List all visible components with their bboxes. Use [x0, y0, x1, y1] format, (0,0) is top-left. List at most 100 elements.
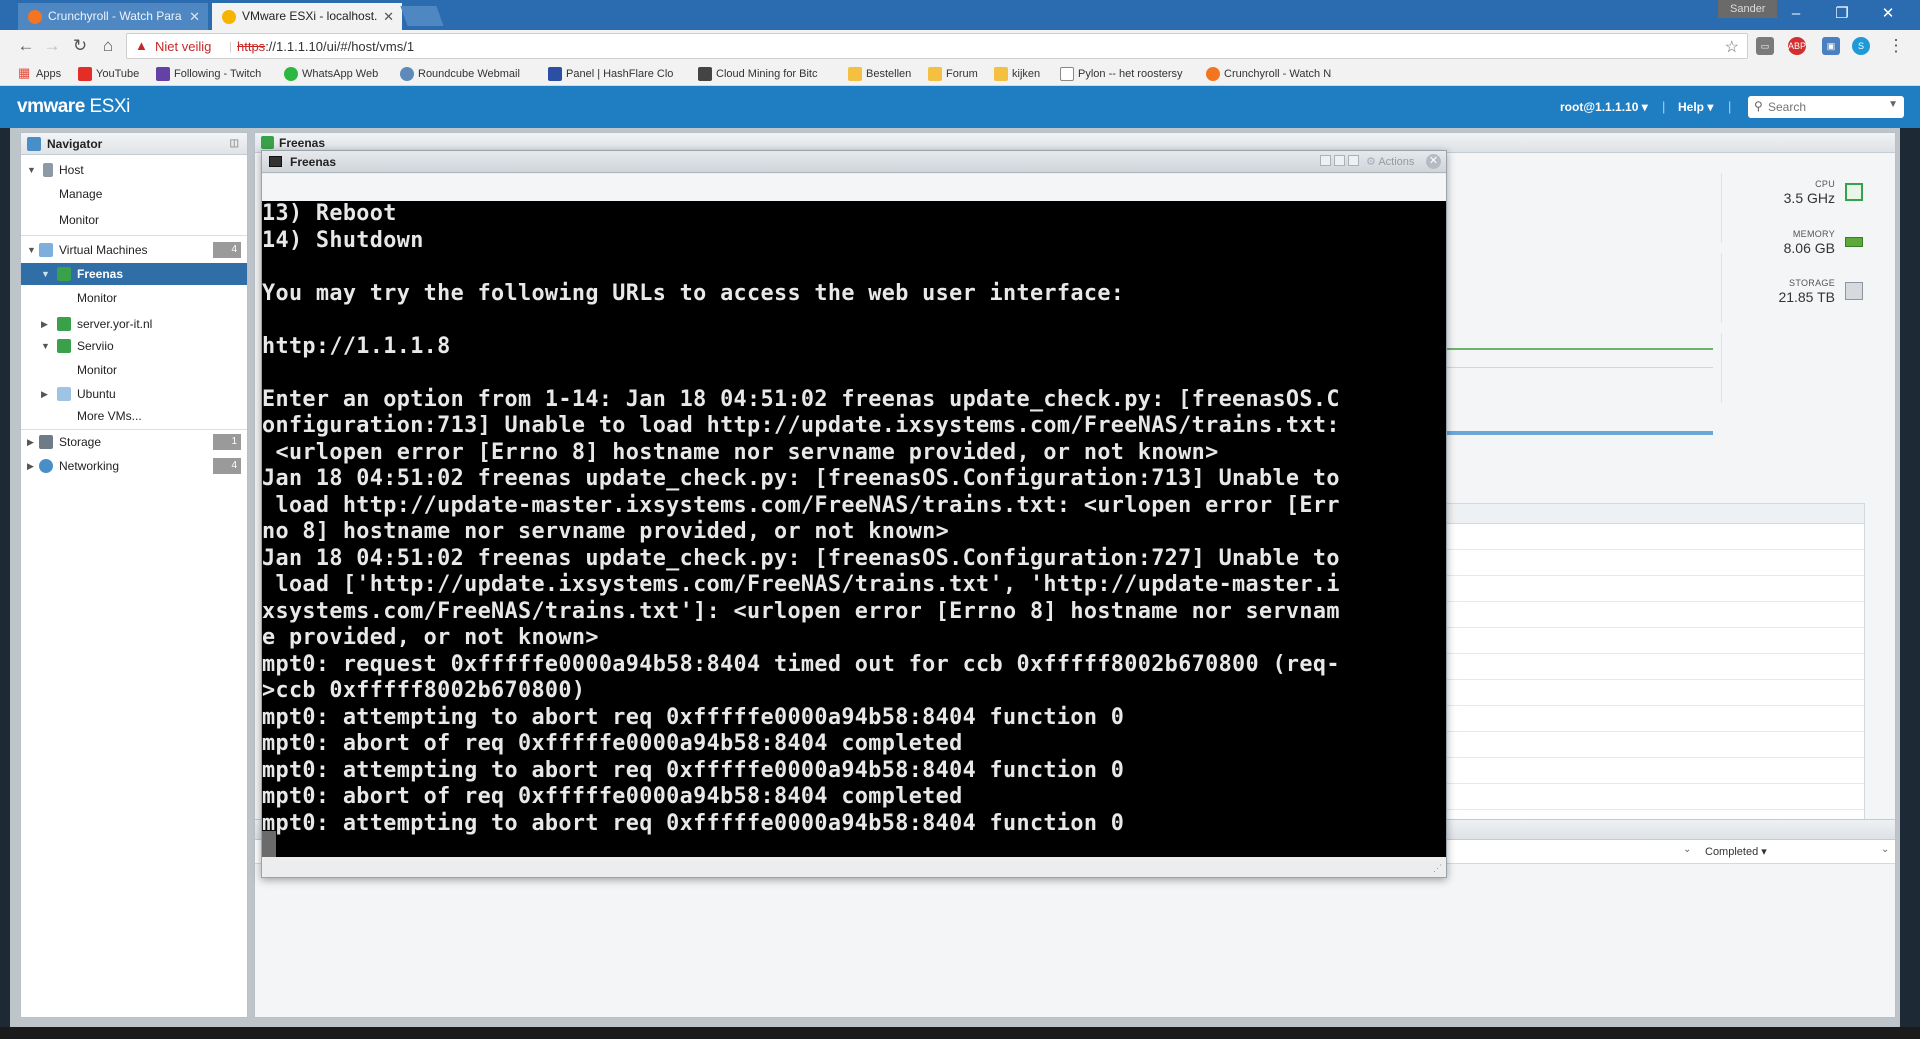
search-icon: ⚲	[1754, 99, 1763, 113]
storage-count-badge: 1	[213, 434, 241, 450]
cpu-icon	[1845, 183, 1863, 201]
terminal-line: >ccb 0xfffff8002b670800)	[262, 678, 586, 703]
terminal-line: mpt0: attempting to abort req 0xfffffe00…	[262, 810, 1125, 836]
expand-arrow-icon[interactable]: ▼	[27, 159, 36, 181]
nav-more-vms[interactable]: More VMs...	[21, 405, 247, 427]
bookmark-cloud-mining[interactable]: Cloud Mining for Bitc	[698, 66, 832, 82]
network-count-badge: 4	[213, 458, 241, 474]
collapse-icon[interactable]: ◫	[230, 133, 239, 155]
console-actions-menu[interactable]: ⚙ Actions	[1366, 155, 1414, 168]
extension-icon[interactable]: ▣	[1822, 37, 1840, 55]
expand-arrow-icon[interactable]: ▶	[27, 455, 34, 477]
tab-crunchyroll[interactable]: Crunchyroll - Watch Para ✕	[18, 3, 208, 30]
console-icon	[269, 156, 282, 167]
navigator-icon	[27, 137, 41, 151]
nav-vm-freenas[interactable]: ▼ Freenas	[21, 263, 247, 285]
virtual-machines-icon	[39, 243, 53, 257]
help-menu[interactable]: Help ▾	[1678, 100, 1713, 114]
terminal-line: load ['http://update.ixsystems.com/FreeN…	[262, 572, 1340, 597]
profile-button[interactable]: Sander	[1718, 0, 1778, 18]
minimize-console-icon[interactable]	[1320, 155, 1331, 166]
nav-vm-ubuntu[interactable]: ▶ Ubuntu	[21, 383, 247, 405]
user-menu[interactable]: root@1.1.1.10 ▾	[1560, 100, 1648, 114]
reload-icon[interactable]: ↻	[68, 34, 92, 58]
nav-host[interactable]: ▼ Host	[21, 159, 247, 181]
nav-vm-serviio[interactable]: ▼ Serviio	[21, 335, 247, 357]
close-icon[interactable]: ✕	[1426, 154, 1441, 169]
chevron-down-icon[interactable]: ⌄	[1683, 844, 1691, 855]
bookmark-hashflare[interactable]: Panel | HashFlare Clo	[548, 66, 684, 82]
navigator-panel: Navigator ◫ ▼ Host Manage Monitor ▼ Virt…	[20, 132, 248, 1018]
bookmark-pylon[interactable]: Pylon -- het roostersy	[1060, 66, 1192, 82]
address-bar[interactable]: ▲ Niet veilig | https://1.1.1.10/ui/#/ho…	[126, 33, 1748, 59]
taskbar	[0, 1027, 1920, 1039]
nav-virtual-machines[interactable]: ▼ Virtual Machines 4	[21, 239, 247, 261]
bookmark-whatsapp[interactable]: WhatsApp Web	[284, 66, 392, 82]
new-tab-button[interactable]	[400, 6, 444, 26]
resize-grip-icon[interactable]: ⋰	[1433, 863, 1442, 874]
terminal-line: 13) Reboot	[262, 201, 397, 226]
forward-icon[interactable]: →	[40, 34, 64, 58]
security-label[interactable]: Niet veilig	[155, 39, 211, 54]
home-icon[interactable]: ⌂	[96, 34, 120, 58]
minimize-button[interactable]: –	[1776, 2, 1816, 26]
terminal-line: xsystems.com/FreeNAS/trains.txt']: <urlo…	[262, 598, 1340, 624]
cast-icon[interactable]: ▭	[1756, 37, 1774, 55]
bookmark-bestellen[interactable]: Bestellen	[848, 66, 918, 82]
crunchyroll-icon	[28, 10, 42, 24]
close-tab-icon[interactable]: ✕	[189, 3, 200, 30]
console-screen[interactable]: 13) Reboot 14) Shutdown You may try the fo…	[262, 201, 1446, 857]
bookmark-youtube[interactable]: YouTube	[78, 66, 150, 82]
nav-serviio-monitor[interactable]: Monitor	[21, 359, 247, 381]
adblock-icon[interactable]: ABP	[1788, 37, 1806, 55]
nav-host-monitor[interactable]: Monitor	[21, 209, 247, 231]
nav-freenas-monitor[interactable]: Monitor	[21, 287, 247, 309]
nav-vm-server-yor-it[interactable]: ▶ server.yor-it.nl	[21, 313, 247, 335]
vm-console-window: Freenas ⚙ Actions ✕ 13) Reboot 14) Shutdo…	[261, 150, 1447, 878]
bookmark-star-icon[interactable]: ☆	[1725, 37, 1739, 57]
skype-icon[interactable]: S	[1852, 37, 1870, 55]
expand-arrow-icon[interactable]: ▶	[41, 313, 48, 335]
vm-powered-on-icon	[57, 267, 71, 281]
restore-button[interactable]: ❐	[1822, 2, 1862, 26]
terminal-line: Jan 18 04:51:02 freenas update_check.py:…	[262, 545, 1340, 571]
vm-powered-on-icon	[57, 317, 71, 331]
cpu-metric: CPU 3.5 GHz	[1727, 179, 1867, 206]
expand-arrow-icon[interactable]: ▼	[41, 335, 50, 357]
terminal-output: 13) Reboot 14) Shutdown You may try the fo…	[262, 201, 1446, 857]
bookmark-kijken[interactable]: kijken	[994, 66, 1050, 82]
maximize-console-icon[interactable]	[1348, 155, 1359, 166]
expand-arrow-icon[interactable]: ▶	[27, 431, 34, 453]
nav-host-manage[interactable]: Manage	[21, 183, 247, 205]
chevron-down-icon[interactable]: ▼	[1888, 99, 1898, 110]
warning-icon: ▲	[135, 38, 148, 53]
bookmark-crunchyroll[interactable]: Crunchyroll - Watch N	[1206, 66, 1342, 82]
completed-column-header[interactable]: Completed ▾	[1705, 845, 1767, 858]
folder-icon	[928, 67, 942, 81]
expand-arrow-icon[interactable]: ▼	[41, 263, 50, 285]
menu-icon[interactable]: ⋮	[1884, 34, 1908, 58]
bookmark-twitch[interactable]: Following - Twitch	[156, 66, 274, 82]
folder-icon	[848, 67, 862, 81]
page-icon	[1060, 67, 1074, 81]
chevron-down-icon[interactable]: ⌄	[1881, 844, 1889, 855]
close-window-button[interactable]: ✕	[1868, 2, 1908, 26]
back-icon[interactable]: ←	[14, 34, 38, 58]
terminal-cursor	[262, 831, 276, 857]
close-tab-icon[interactable]: ✕	[383, 3, 394, 30]
expand-arrow-icon[interactable]: ▶	[41, 383, 48, 405]
terminal-line: mpt0: request 0xfffffe0000a94b58:8404 ti…	[262, 651, 1340, 677]
apps-grid-icon: ▦	[18, 66, 31, 80]
url-text[interactable]: https://1.1.1.10/ui/#/host/vms/1	[237, 39, 414, 54]
nav-networking[interactable]: ▶ Networking 4	[21, 455, 247, 477]
tab-vmware-esxi[interactable]: VMware ESXi - localhost. ✕	[212, 3, 402, 30]
restore-console-icon[interactable]	[1334, 155, 1345, 166]
console-title-bar[interactable]: Freenas ⚙ Actions ✕	[262, 151, 1446, 173]
bookmark-apps[interactable]: ▦ Apps	[18, 66, 70, 82]
nav-storage[interactable]: ▶ Storage 1	[21, 431, 247, 453]
search-input[interactable]	[1768, 98, 1878, 116]
expand-arrow-icon[interactable]: ▼	[27, 239, 36, 261]
bookmark-roundcube[interactable]: Roundcube Webmail	[400, 66, 532, 82]
search-box[interactable]: ⚲ ▼	[1748, 96, 1904, 118]
bookmark-forum[interactable]: Forum	[928, 66, 984, 82]
